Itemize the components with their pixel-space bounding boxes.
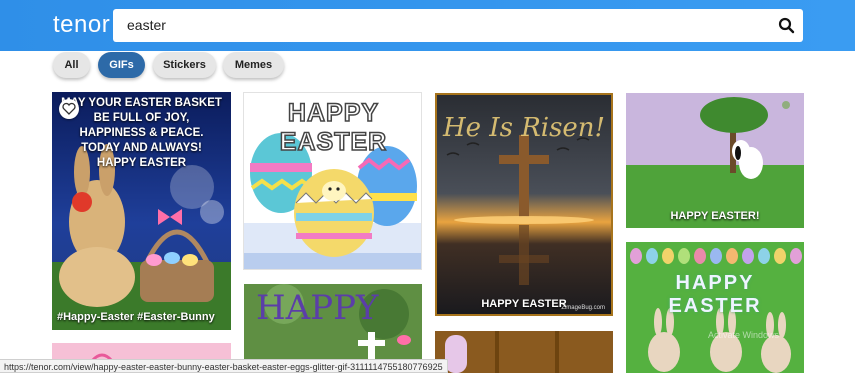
tile-title: HAPPY EASTER [279, 98, 388, 157]
filter-all[interactable]: All [53, 52, 90, 78]
status-bar-url: https://tenor.com/view/happy-easter-east… [0, 359, 448, 373]
filter-memes[interactable]: Memes [223, 52, 284, 78]
gif-easter-basket-bunny[interactable]: MAY YOUR EASTER BASKET BE FULL OF JOY, H… [52, 92, 231, 330]
tile-title: HAPPY EASTER [668, 272, 762, 317]
filter-stickers[interactable]: Stickers [153, 52, 216, 78]
tile-caption: HAPPY EASTER! [670, 210, 760, 222]
gif-snoopy-happy-easter[interactable]: HAPPY EASTER! [626, 93, 804, 228]
gif-dancing-bunnies[interactable]: HAPPY EASTER [626, 242, 804, 373]
favorite-button[interactable] [59, 99, 79, 119]
gif-wooden-door-partial[interactable] [435, 331, 613, 373]
gif-he-is-risen[interactable]: He Is Risen! HAPPY EASTER ZimageBug.com [435, 93, 613, 316]
tile-title: He Is Risen! [442, 113, 606, 143]
search-icon[interactable] [778, 17, 795, 34]
top-bar: tenor [0, 0, 855, 51]
tenor-logo[interactable]: tenor [53, 11, 110, 39]
tile-credit: ZimageBug.com [561, 305, 605, 311]
text-line: TODAY AND ALWAYS! [81, 142, 202, 154]
heart-icon [62, 102, 76, 115]
text-line: HAPPINESS & PEACE. [79, 127, 204, 139]
os-watermark: Activate Windows [708, 330, 780, 340]
tile-title: HAPPY [256, 288, 379, 328]
search-input[interactable] [127, 9, 767, 42]
tile-artwork [626, 93, 804, 228]
egg-row [630, 248, 802, 264]
text-line: HAPPY EASTER [96, 157, 187, 169]
filter-gifs[interactable]: GIFs [98, 52, 145, 78]
search-box[interactable] [113, 9, 803, 42]
tile-artwork [435, 331, 613, 373]
tile-tags: #Happy-Easter #Easter-Bunny [57, 311, 215, 323]
page: tenor All GIFs Stickers Memes [0, 0, 855, 373]
gif-happy-easter-eggs[interactable]: HAPPY EASTER [243, 92, 422, 270]
